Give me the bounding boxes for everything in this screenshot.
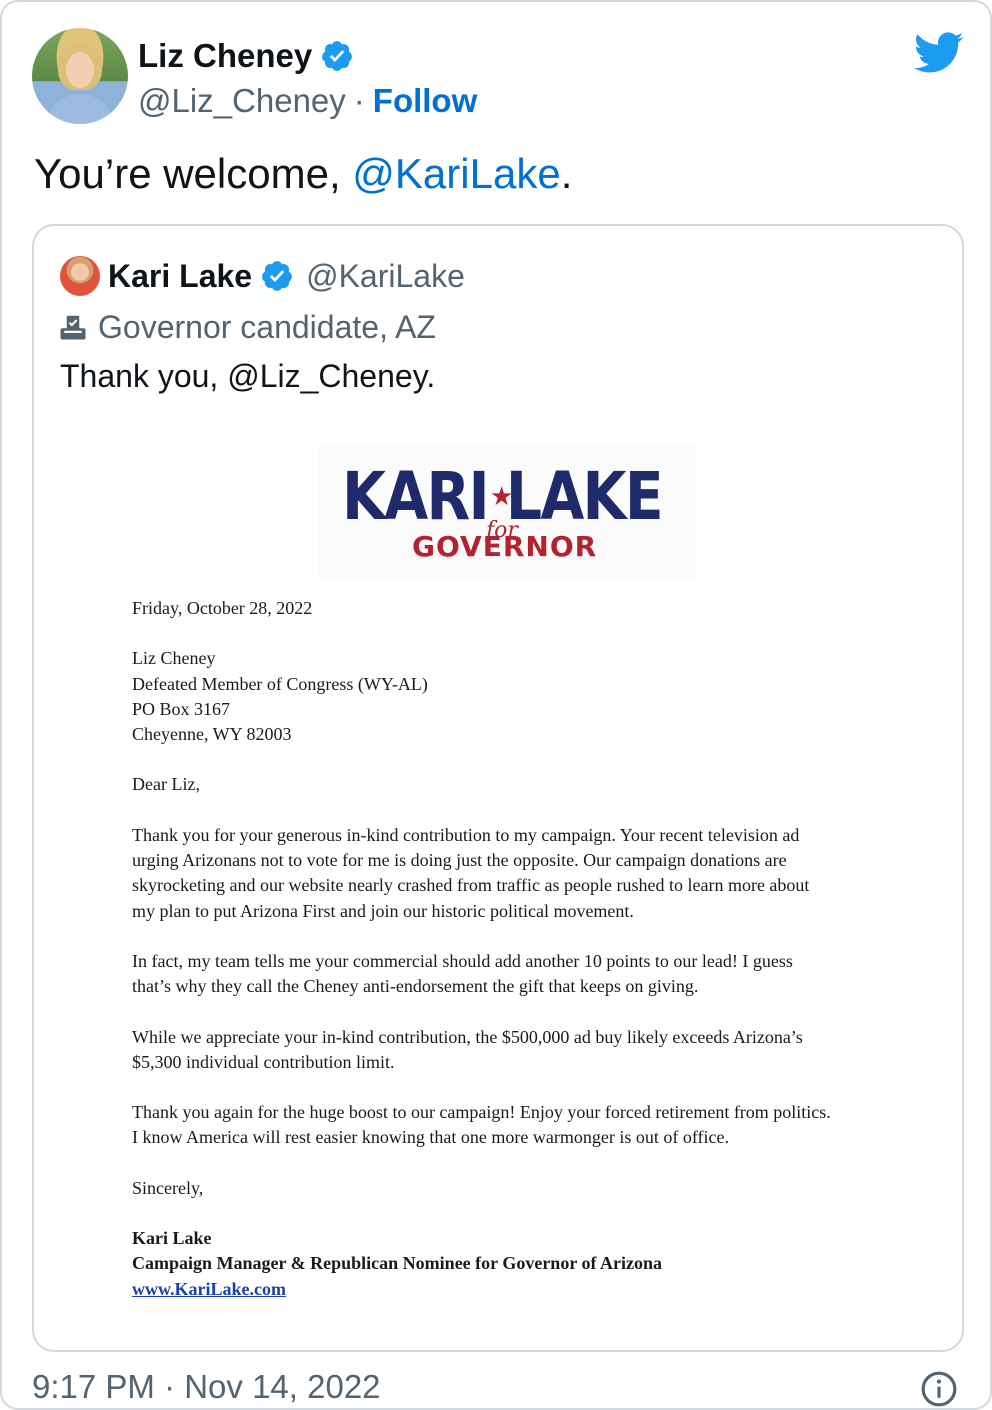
logo-star-icon: ★	[490, 482, 514, 512]
letter-line: Thank you again for the huge boost to ou…	[132, 1102, 831, 1123]
signature-name: Kari Lake	[132, 1228, 212, 1249]
quoted-author-handle[interactable]: @KariLake	[306, 258, 465, 295]
letter-line: that’s why they call the Cheney anti-end…	[132, 976, 699, 997]
letter-line: While we appreciate your in-kind contrib…	[132, 1026, 803, 1047]
quoted-tweet[interactable]: Kari Lake @KariLake Governor candidate, …	[32, 224, 964, 1352]
quoted-tweet-text: Thank you, @Liz_Cheney.	[60, 358, 436, 394]
author-name-row: Liz Cheney	[138, 36, 354, 76]
twitter-bird-icon[interactable]	[914, 32, 964, 74]
tweet-timestamp[interactable]: 9:17 PM · Nov 14, 2022	[32, 1368, 381, 1408]
letter-image[interactable]: KARI LAKE ★ GOVERNOR for Friday, October…	[34, 436, 962, 1348]
quoted-author-label: Governor candidate, AZ	[58, 306, 436, 348]
letter-salutation: Dear Liz,	[132, 774, 200, 795]
letter-line: $5,300 individual contribution limit.	[132, 1051, 395, 1072]
letter-line: skyrocketing and our website nearly cras…	[132, 875, 810, 896]
tweet-card: Liz Cheney @Liz_Cheney · Follow You’re w…	[0, 0, 992, 1410]
separator-dot: ·	[353, 82, 365, 119]
address-line: Liz Cheney	[132, 648, 216, 669]
verified-badge-icon	[322, 41, 353, 71]
info-icon[interactable]	[920, 1370, 958, 1408]
signature-title: Campaign Manager & Republican Nominee fo…	[132, 1253, 662, 1274]
author-handle[interactable]: @Liz_Cheney	[138, 82, 346, 120]
verified-badge-icon	[262, 261, 292, 291]
quoted-author-avatar[interactable]	[60, 256, 100, 296]
letter-line: urging Arizonans not to vote for me is d…	[132, 850, 787, 871]
mention-link[interactable]: @KariLake	[352, 150, 560, 197]
address-line: Cheyenne, WY 82003	[132, 724, 292, 745]
avatar-shoulders	[46, 94, 114, 124]
author-avatar[interactable]	[32, 28, 128, 124]
follow-button[interactable]: Follow	[373, 82, 477, 120]
quoted-author-row: Kari Lake @KariLake	[108, 254, 465, 298]
author-display-name[interactable]: Liz Cheney	[138, 37, 312, 75]
letter-line: my plan to put Arizona First and join ou…	[132, 900, 634, 921]
tweet-text: You’re welcome, @KariLake.	[34, 150, 572, 198]
quoted-author-name[interactable]: Kari Lake	[108, 258, 252, 295]
letter-line: In fact, my team tells me your commercia…	[132, 950, 793, 971]
letter-closing: Sincerely,	[132, 1177, 204, 1198]
address-line: Defeated Member of Congress (WY-AL)	[132, 673, 428, 694]
ballot-box-icon	[60, 315, 86, 340]
author-handle-row: @Liz_Cheney · Follow	[138, 82, 477, 120]
tweet-text-prefix: You’re welcome,	[34, 150, 353, 197]
logo-for-text: for	[486, 518, 518, 543]
letter-line: I know America will rest easier knowing …	[132, 1127, 729, 1148]
letter-body: Friday, October 28, 2022 Liz Cheney Defe…	[132, 596, 912, 1302]
quoted-author-label-text: Governor candidate, AZ	[98, 308, 436, 345]
signature-link[interactable]: www.KariLake.com	[132, 1279, 286, 1299]
address-line: PO Box 3167	[132, 698, 231, 719]
tweet-text-suffix: .	[560, 150, 573, 197]
avatar-face	[66, 52, 94, 88]
letter-line: Thank you for your generous in-kind cont…	[132, 824, 800, 845]
letter-date: Friday, October 28, 2022	[132, 598, 313, 618]
campaign-logo: KARI LAKE ★ GOVERNOR for	[318, 446, 696, 578]
